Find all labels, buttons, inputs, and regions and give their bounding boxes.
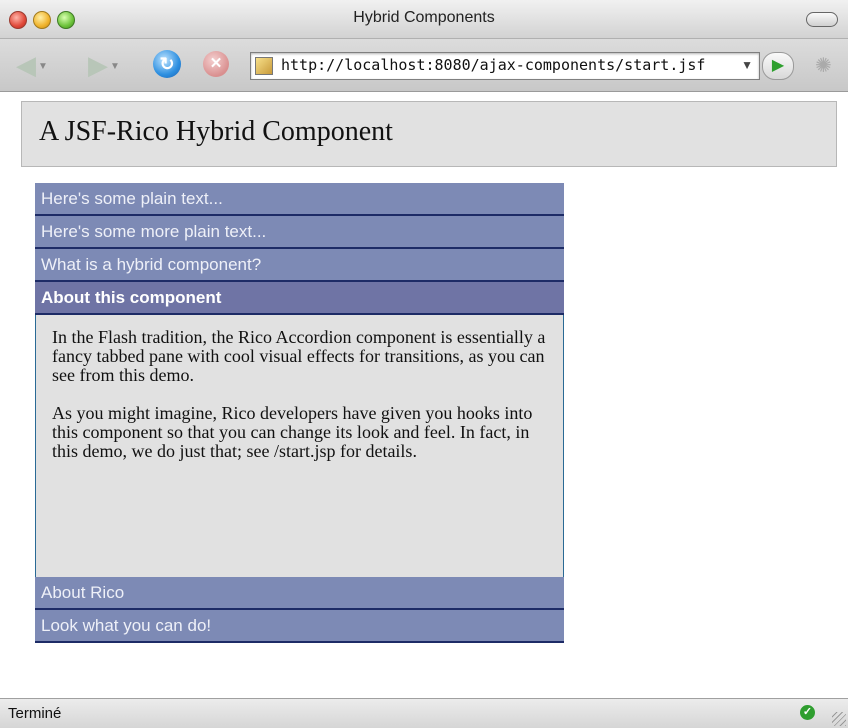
status-text: Terminé	[8, 705, 62, 722]
address-bar[interactable]: http://localhost:8080/ajax-components/st…	[250, 52, 760, 80]
address-input[interactable]: http://localhost:8080/ajax-components/st…	[281, 56, 705, 74]
reload-button[interactable]: ↻	[153, 50, 181, 78]
go-icon: ▶	[771, 57, 785, 74]
status-bar: Terminé ✓	[0, 698, 848, 728]
stop-button[interactable]: ✕	[203, 51, 229, 77]
back-arrow-icon: ◀	[16, 50, 36, 80]
resize-grip-icon[interactable]	[832, 712, 846, 726]
accordion-tab-more-plain-text[interactable]: Here's some more plain text...	[35, 216, 564, 249]
forward-button[interactable]: ▶ ▼	[88, 51, 120, 81]
accordion-tab-about-rico[interactable]: About Rico	[35, 577, 564, 610]
back-button[interactable]: ◀ ▼	[16, 51, 48, 81]
url-history-dropdown-icon[interactable]: ▼	[741, 58, 753, 72]
forward-arrow-icon: ▶	[88, 50, 108, 80]
accordion-tab-plain-text[interactable]: Here's some plain text...	[35, 183, 564, 216]
page-header: A JSF-Rico Hybrid Component	[21, 101, 837, 167]
accordion-tab-about-component[interactable]: About this component	[35, 282, 564, 315]
reload-icon: ↻	[159, 54, 175, 74]
accordion-tab-look-what-you-can-do[interactable]: Look what you can do!	[35, 610, 564, 643]
stop-icon: ✕	[209, 55, 223, 72]
window-title: Hybrid Components	[353, 9, 495, 26]
toolbar-toggle-button[interactable]	[806, 12, 838, 27]
panel-paragraph: In the Flash tradition, the Rico Accordi…	[52, 327, 546, 385]
rico-accordion: Here's some plain text... Here's some mo…	[35, 183, 564, 643]
page-content: A JSF-Rico Hybrid Component Here's some …	[0, 92, 848, 698]
back-dropdown-icon[interactable]: ▼	[38, 61, 48, 72]
secure-ok-icon: ✓	[800, 705, 815, 720]
accordion-panel-about-component: In the Flash tradition, the Rico Accordi…	[35, 315, 564, 577]
browser-toolbar: ◀ ▼ ▶ ▼ ↻ ✕ http://localhost:8080/ajax-com…	[0, 39, 848, 92]
go-button[interactable]: ▶	[762, 52, 794, 80]
window-titlebar: Hybrid Components	[0, 0, 848, 39]
accordion-tab-hybrid-component[interactable]: What is a hybrid component?	[35, 249, 564, 282]
site-favicon-icon	[255, 57, 273, 75]
loading-spinner-icon: ✺	[815, 55, 832, 77]
forward-dropdown-icon[interactable]: ▼	[110, 61, 120, 72]
panel-paragraph: As you might imagine, Rico developers ha…	[52, 403, 533, 461]
page-title: A JSF-Rico Hybrid Component	[39, 116, 393, 147]
